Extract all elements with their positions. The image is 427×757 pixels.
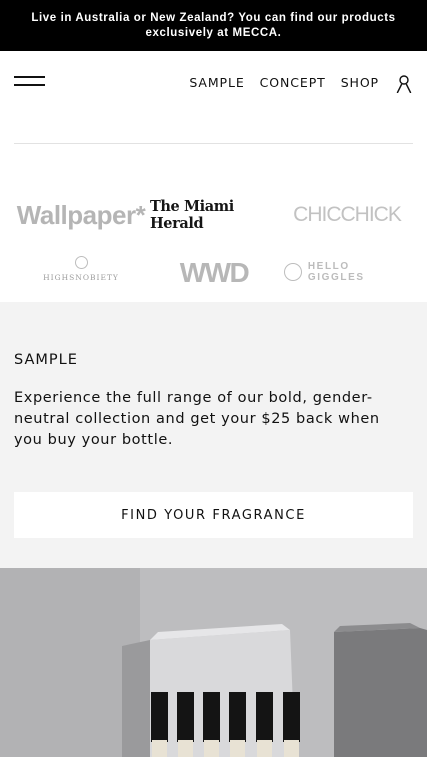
find-your-fragrance-button[interactable]: FIND YOUR FRAGRANCE xyxy=(14,492,413,538)
sample-vials-image xyxy=(0,568,427,757)
site-header: SAMPLE CONCEPT SHOP xyxy=(0,51,427,117)
sample-vials-illustration xyxy=(0,568,427,757)
header-divider xyxy=(14,143,413,144)
hello-giggles-wordmark: HELLO GIGGLES xyxy=(307,261,365,283)
wallpaper-logo: Wallpaper* xyxy=(16,199,146,230)
sample-description: Experience the full range of our bold, g… xyxy=(14,390,380,448)
main-nav: SAMPLE CONCEPT SHOP xyxy=(189,75,379,90)
highsnobiety-wordmark: HIGHSNOBIETY xyxy=(43,273,119,282)
announcement-bar: Live in Australia or New Zealand? You ca… xyxy=(0,0,427,51)
hello-giggles-logo: HELLO GIGGLES xyxy=(284,261,410,283)
hello-giggles-emblem-icon xyxy=(284,263,302,281)
user-account-icon[interactable] xyxy=(396,75,412,94)
highsnobiety-logo: HIGHSNOBIETY xyxy=(40,252,122,286)
sample-heading: SAMPLE xyxy=(14,352,78,368)
highsnobiety-emblem-icon xyxy=(74,256,88,269)
hamburger-menu-icon[interactable] xyxy=(14,76,45,88)
nav-link-sample[interactable]: SAMPLE xyxy=(189,75,244,90)
chic-chick-logo: CHICCHICK xyxy=(293,203,402,226)
miami-herald-logo: The Miami Herald xyxy=(150,198,234,232)
nav-link-shop[interactable]: SHOP xyxy=(341,75,379,90)
announcement-text: Live in Australia or New Zealand? You ca… xyxy=(31,11,396,39)
sample-section: SAMPLE Experience the full range of our … xyxy=(0,302,427,568)
nav-link-concept[interactable]: CONCEPT xyxy=(260,75,326,90)
wwd-logo: WWD xyxy=(179,256,250,288)
